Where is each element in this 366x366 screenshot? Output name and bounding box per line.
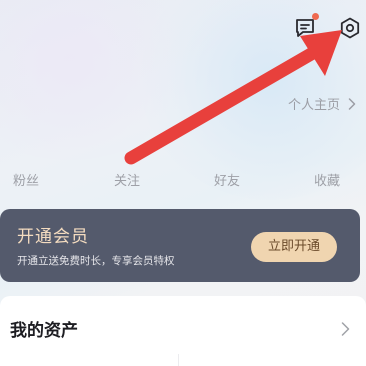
stat-favorites[interactable]: 收藏 [314, 170, 340, 189]
message-icon [296, 19, 314, 37]
stat-fans[interactable]: 粉丝 [13, 170, 39, 189]
profile-page: 个人主页 粉丝 关注 好友 收藏 开通会员 开通立送免费时长，专享会员特权 立即… [0, 0, 366, 366]
notification-dot [312, 13, 319, 20]
vip-card[interactable]: 开通会员 开通立送免费时长，专享会员特权 立即开通 [0, 209, 360, 282]
stats-row: 粉丝 关注 好友 收藏 [0, 170, 366, 190]
assets-section[interactable]: 我的资产 [0, 296, 366, 366]
profile-homepage-link[interactable]: 个人主页 [288, 94, 356, 113]
message-button[interactable] [294, 17, 316, 39]
stat-friends[interactable]: 好友 [214, 170, 240, 189]
assets-divider [178, 354, 179, 366]
assets-title: 我的资产 [10, 321, 78, 341]
chevron-right-icon [348, 97, 356, 110]
settings-button[interactable] [338, 16, 362, 40]
vip-description: 开通立送免费时长，专享会员特权 [17, 255, 175, 267]
profile-homepage-label: 个人主页 [287, 98, 340, 113]
chevron-right-icon [341, 322, 350, 336]
gear-icon [340, 17, 360, 39]
stat-following[interactable]: 关注 [114, 170, 140, 189]
vip-title: 开通会员 [17, 227, 89, 247]
vip-open-button[interactable]: 立即开通 [251, 232, 337, 262]
